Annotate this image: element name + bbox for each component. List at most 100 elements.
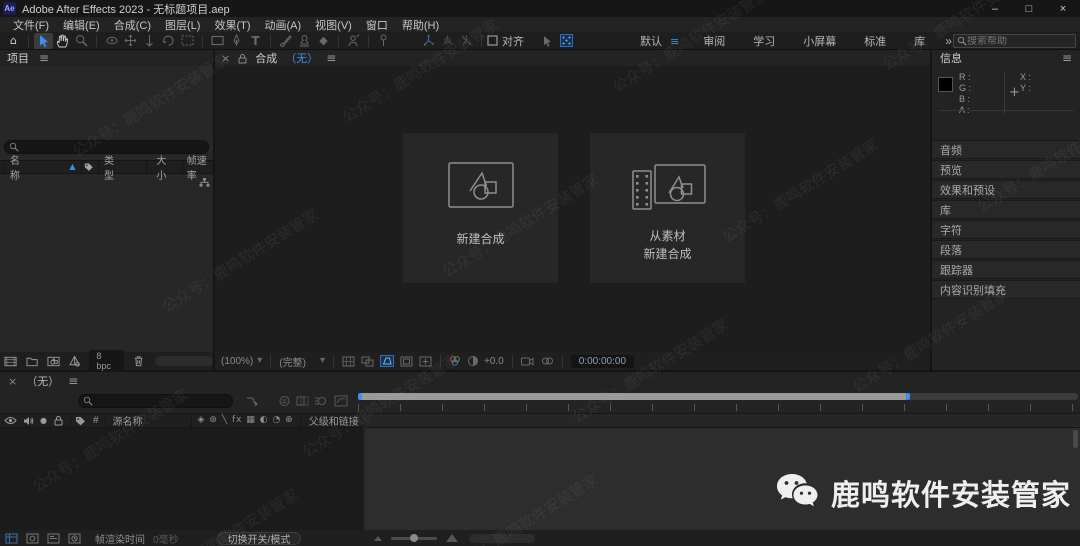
- panel-character[interactable]: 字符: [932, 220, 1080, 239]
- zoom-out-mountain-icon[interactable]: [373, 534, 383, 542]
- video-eye-icon[interactable]: [4, 416, 17, 425]
- menu-view[interactable]: 视图(V): [308, 17, 359, 33]
- audio-speaker-icon[interactable]: [23, 416, 34, 426]
- timeline-tab-none[interactable]: （无）: [26, 373, 59, 389]
- panel-preview[interactable]: 预览: [932, 160, 1080, 179]
- snapshot-camera-icon[interactable]: [520, 357, 534, 366]
- tool-selection[interactable]: [34, 32, 53, 49]
- tool-roto-brush[interactable]: [344, 33, 363, 49]
- graph-editor-icon[interactable]: [334, 395, 348, 407]
- info-panel-menu-icon[interactable]: ≡: [1062, 52, 1072, 64]
- motion-blur-icon[interactable]: [314, 395, 327, 407]
- column-name[interactable]: 名称: [10, 152, 28, 182]
- workspace-tab-review[interactable]: 审阅: [703, 33, 725, 49]
- panel-effects-presets[interactable]: 效果和预设: [932, 180, 1080, 199]
- composition-mini-flowchart-icon[interactable]: [246, 396, 259, 407]
- label-color-icon[interactable]: [75, 416, 86, 426]
- workspace-tab-learn[interactable]: 学习: [753, 33, 775, 49]
- tool-orbit-camera[interactable]: [102, 33, 121, 49]
- menu-help[interactable]: 帮助(H): [395, 17, 446, 33]
- menu-file[interactable]: 文件(F): [6, 17, 56, 33]
- interpret-footage-icon[interactable]: [4, 356, 17, 367]
- tool-text[interactable]: T: [246, 33, 265, 49]
- tool-brush[interactable]: [276, 33, 295, 49]
- snap-grid-button[interactable]: [557, 33, 576, 49]
- project-search-input[interactable]: [19, 141, 204, 153]
- tool-clone-stamp[interactable]: [295, 33, 314, 49]
- workspace-tab-libraries[interactable]: 库: [914, 33, 925, 49]
- trash-icon[interactable]: [134, 355, 143, 367]
- magnification-select[interactable]: (100%): [221, 356, 253, 367]
- column-layer-number[interactable]: #: [93, 415, 99, 426]
- lock-icon[interactable]: [54, 415, 63, 426]
- close-panel-icon[interactable]: ×: [221, 53, 230, 64]
- navigator-start-handle[interactable]: [358, 393, 362, 400]
- render-time-pane-icon[interactable]: [68, 533, 81, 544]
- time-navigator-track[interactable]: [358, 393, 1078, 400]
- workspace-menu-icon[interactable]: ≡: [670, 36, 679, 47]
- column-size[interactable]: 大小: [156, 152, 174, 182]
- tool-dolly-camera[interactable]: [140, 33, 159, 49]
- region-of-interest-icon[interactable]: [400, 356, 413, 367]
- timeline-horizontal-scrollbar[interactable]: [469, 533, 536, 543]
- expand-layer-switches-icon[interactable]: [5, 533, 18, 544]
- column-parent-link[interactable]: 父级和链接: [309, 413, 359, 428]
- bit-depth-button[interactable]: 8 bpc: [89, 350, 124, 372]
- project-panel-menu-icon[interactable]: ≡: [39, 52, 49, 64]
- axis-mode-world[interactable]: [438, 33, 457, 49]
- panel-tracker[interactable]: 跟踪器: [932, 260, 1080, 279]
- help-search-input[interactable]: [967, 35, 1063, 47]
- navigator-end-handle[interactable]: [906, 393, 910, 400]
- center-crosshair-icon[interactable]: [419, 356, 432, 367]
- tool-puppet-pin[interactable]: [374, 33, 393, 49]
- close-button[interactable]: ×: [1046, 0, 1080, 17]
- new-composition-button[interactable]: 新建合成: [403, 133, 558, 283]
- menu-animation[interactable]: 动画(A): [258, 17, 309, 33]
- toggle-switches-modes-button[interactable]: 切换开关/模式: [216, 531, 302, 546]
- new-folder-icon[interactable]: [26, 356, 38, 367]
- tool-rectangle[interactable]: [208, 33, 227, 49]
- menu-layer[interactable]: 图层(L): [158, 17, 207, 33]
- time-ruler-ticks[interactable]: [358, 404, 1078, 411]
- show-snapshot-icon[interactable]: [541, 356, 554, 366]
- tool-zoom[interactable]: [72, 33, 91, 49]
- menu-edit[interactable]: 编辑(E): [56, 17, 107, 33]
- axis-mode-local[interactable]: [419, 33, 438, 49]
- tab-info[interactable]: 信息: [940, 50, 962, 66]
- menu-effect[interactable]: 效果(T): [207, 17, 257, 33]
- workspace-tab-small-screen[interactable]: 小屏幕: [803, 33, 836, 49]
- label-color-icon[interactable]: [84, 162, 94, 172]
- panel-audio[interactable]: 音频: [932, 140, 1080, 159]
- column-source-name[interactable]: 源名称: [113, 413, 143, 428]
- resolution-select[interactable]: (完整): [279, 354, 306, 369]
- tab-project[interactable]: 项目: [7, 50, 29, 66]
- new-composition-icon[interactable]: [47, 356, 60, 367]
- tool-hand[interactable]: [53, 33, 72, 49]
- layer-list-area[interactable]: [0, 428, 363, 530]
- time-navigator-thumb[interactable]: [358, 393, 908, 400]
- panel-paragraph[interactable]: 段落: [932, 240, 1080, 259]
- workspace-tab-standard[interactable]: 标准: [864, 33, 886, 49]
- close-panel-icon[interactable]: ×: [8, 376, 17, 387]
- tool-pan-camera[interactable]: [121, 33, 140, 49]
- grid-guides-icon[interactable]: [342, 356, 355, 367]
- tool-pen[interactable]: [227, 33, 246, 49]
- timeline-search-input[interactable]: [93, 395, 228, 407]
- menu-window[interactable]: 窗口: [359, 17, 395, 33]
- home-button[interactable]: ⌂: [4, 33, 23, 49]
- adjustment-layer-icon[interactable]: [69, 355, 81, 367]
- menu-composition[interactable]: 合成(C): [107, 17, 158, 33]
- composition-panel-menu-icon[interactable]: ≡: [326, 52, 336, 64]
- layer-switch-icons[interactable]: ◈ ⊛ ╲ fx ▦ ◐ ◔ ⊕: [198, 416, 294, 425]
- panel-content-aware-fill[interactable]: 内容识别填充: [932, 280, 1080, 299]
- project-footer-scrollbar[interactable]: [155, 356, 213, 366]
- timeline-vertical-scrollbar[interactable]: [1073, 430, 1078, 448]
- sort-ascending-icon[interactable]: ▲: [69, 163, 75, 171]
- frame-blend-icon[interactable]: [296, 395, 309, 407]
- transparency-grid-icon[interactable]: [361, 356, 374, 367]
- shy-layers-icon[interactable]: [278, 395, 291, 407]
- expand-in-out-icon[interactable]: [47, 533, 60, 544]
- timeline-panel-menu-icon[interactable]: ≡: [68, 375, 78, 387]
- tab-composition[interactable]: 合成: [255, 50, 277, 66]
- panel-libraries[interactable]: 库: [932, 200, 1080, 219]
